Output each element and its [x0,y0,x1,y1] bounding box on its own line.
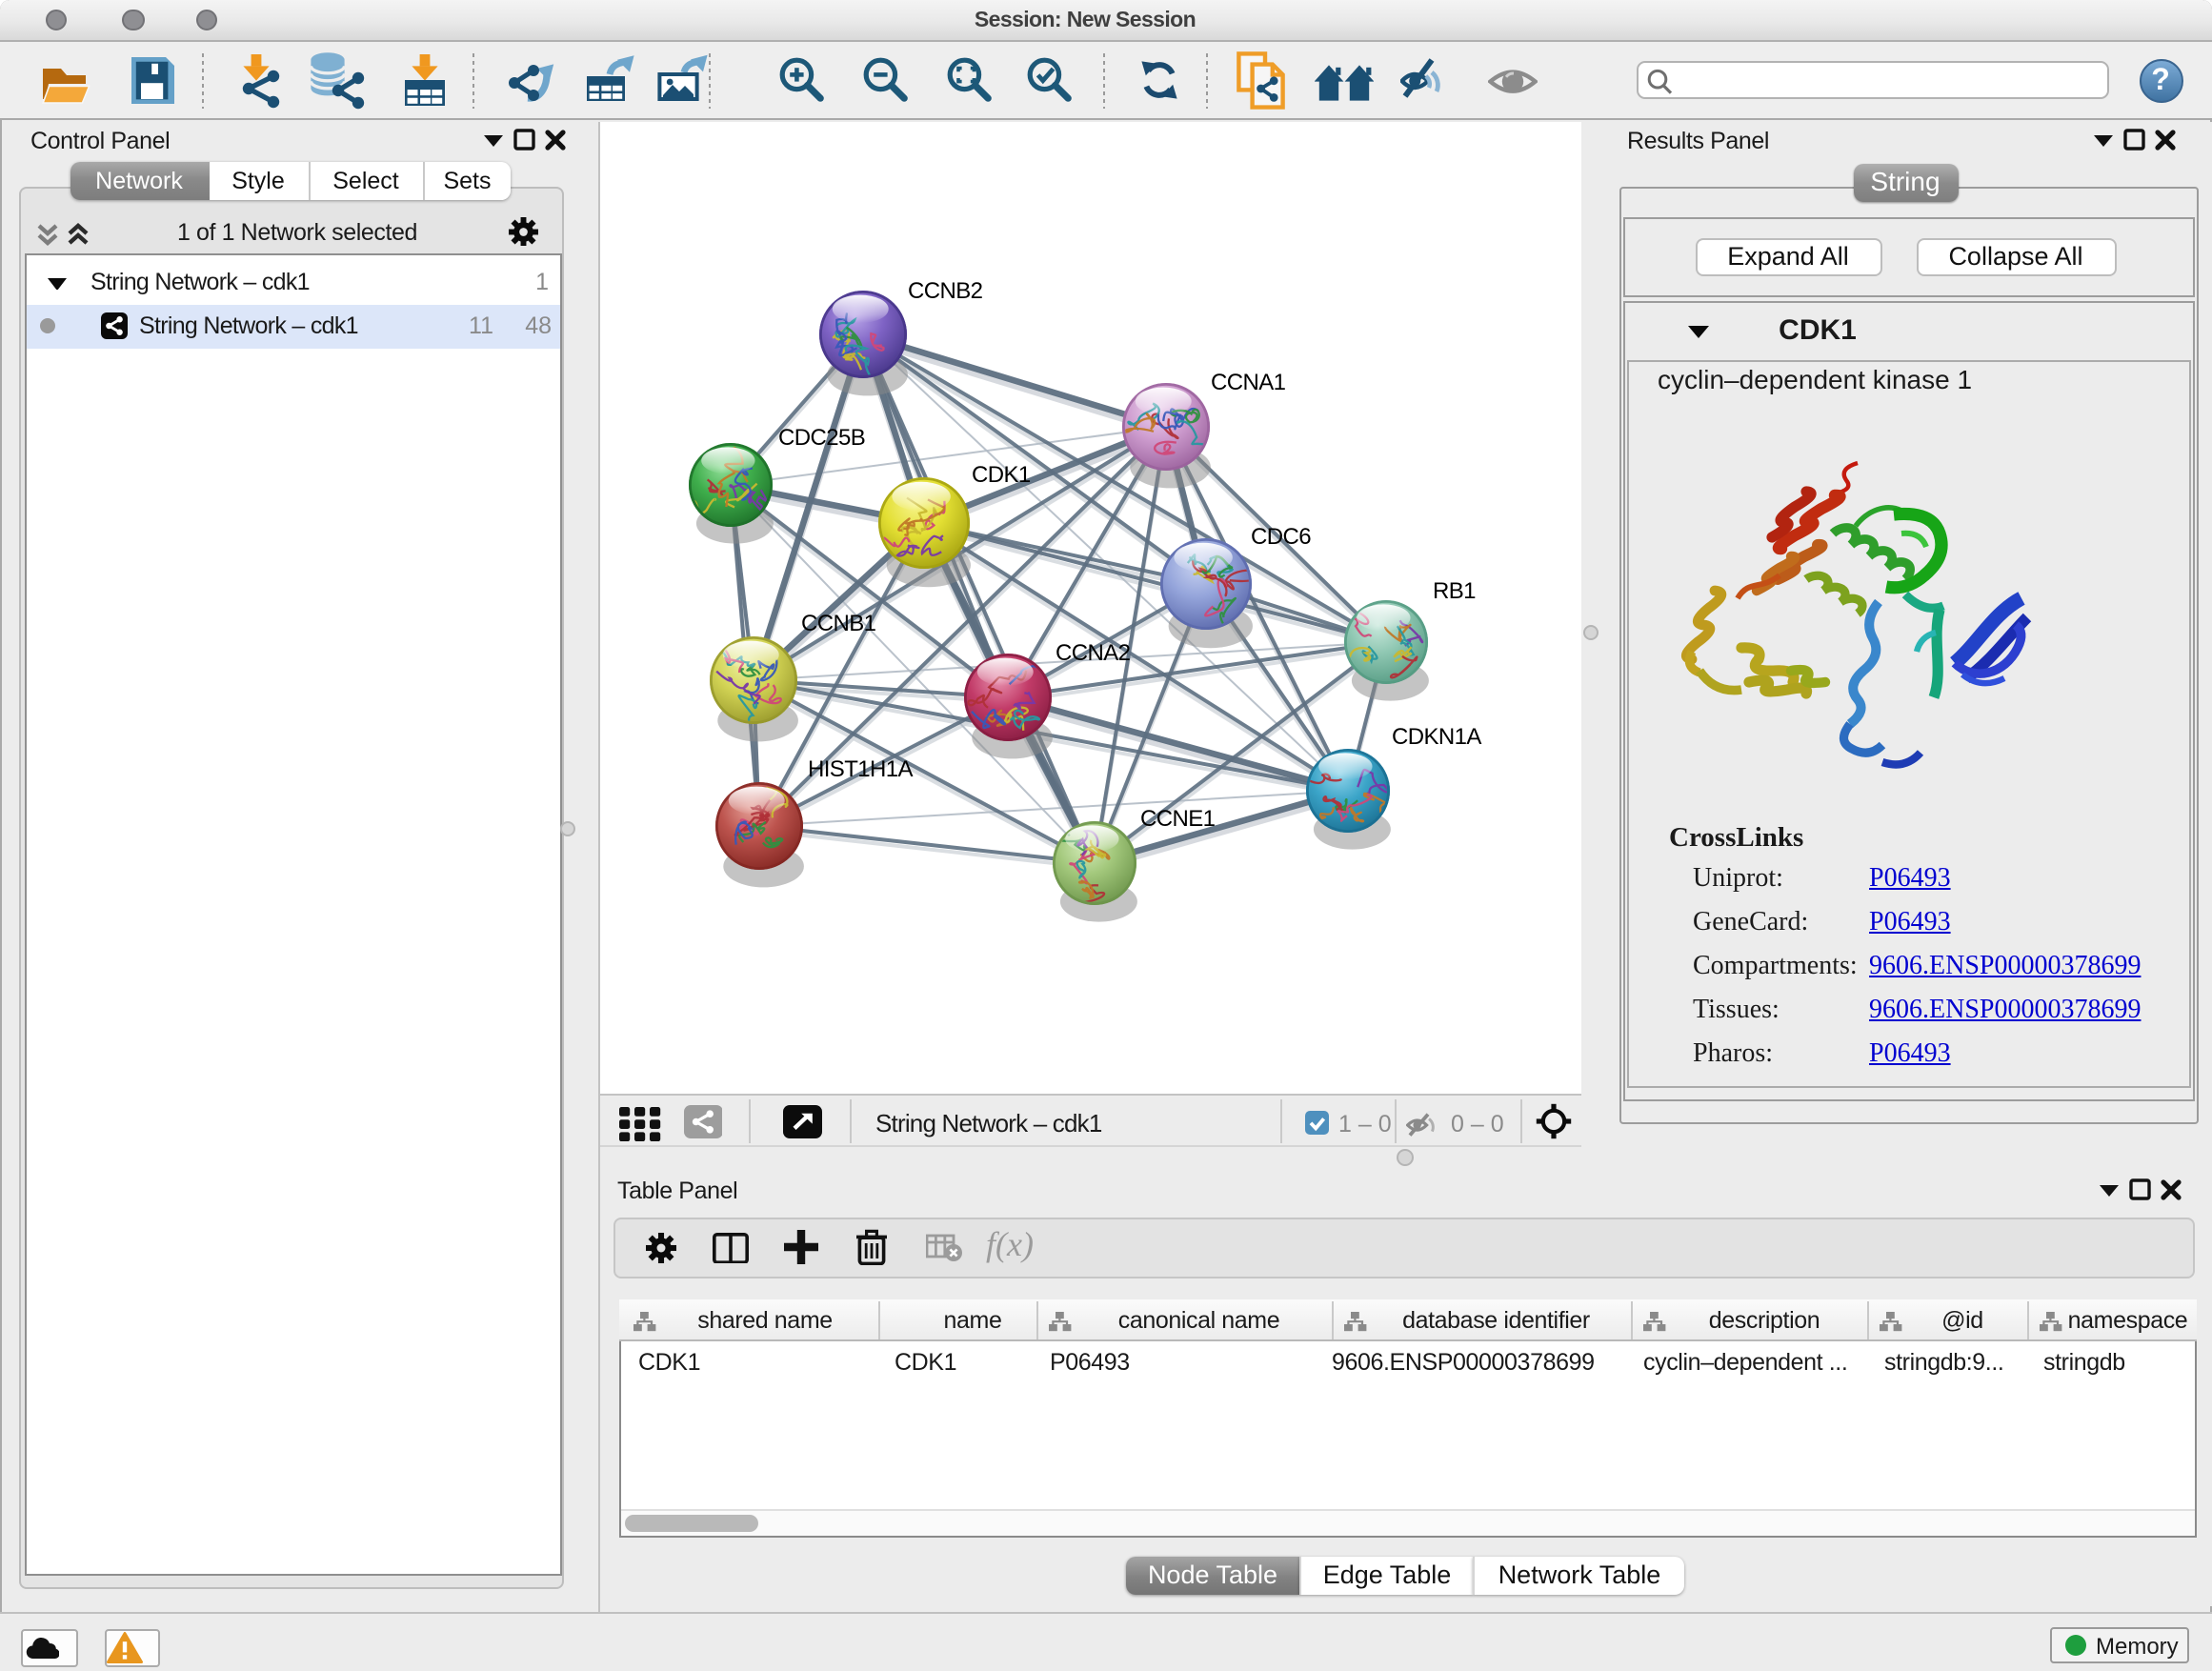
svg-text:CDK1: CDK1 [971,461,1030,487]
svg-text:CCNB1: CCNB1 [800,610,875,635]
svg-text:CDKN1A: CDKN1A [1391,723,1480,749]
svg-text:RB1: RB1 [1432,577,1475,603]
svg-text:CCNE1: CCNE1 [1139,805,1215,831]
svg-text:CCNA1: CCNA1 [1210,369,1285,394]
svg-text:CDC6: CDC6 [1250,523,1310,549]
svg-text:CCNB2: CCNB2 [907,277,982,303]
svg-text:HIST1H1A: HIST1H1A [807,755,912,781]
svg-text:CDC25B: CDC25B [777,424,864,450]
svg-text:CCNA2: CCNA2 [1055,639,1130,665]
